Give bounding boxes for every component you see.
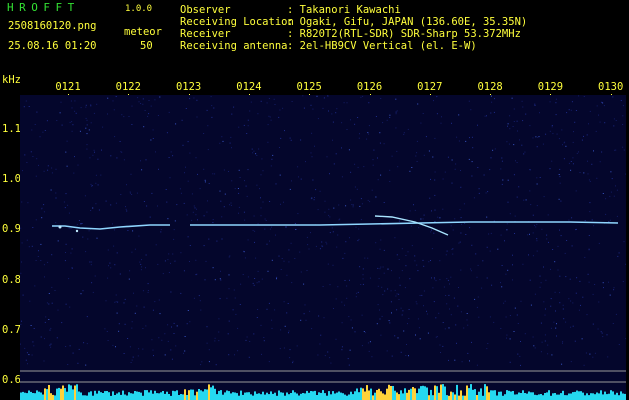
time-tick-label: 0121 (55, 81, 81, 93)
detection-label: meteor (124, 26, 162, 38)
frequency-tick-label: 0.9 (2, 223, 21, 236)
receiver-value: : R820T2(RTL-SDR) SDR-Sharp 53.372MHz (287, 28, 521, 40)
receiver-label: Receiver (180, 28, 231, 40)
location-label: Receiving Location (180, 16, 294, 28)
observer-value: : Takanori Kawachi (287, 4, 401, 16)
antenna-label: Receiving antenna (180, 40, 288, 52)
observer-label: Observer (180, 4, 231, 16)
time-tick-label: 0128 (477, 81, 503, 93)
frequency-tick-label: 0.7 (2, 323, 21, 336)
frequency-tick-label: 1.0 (2, 173, 21, 186)
image-filename: 2508160120.png (8, 20, 97, 32)
spectrogram (20, 95, 626, 400)
app-version: 1.0.0 (125, 4, 153, 14)
frequency-tick-label: 0.8 (2, 273, 21, 286)
time-tick-label: 0127 (417, 81, 443, 93)
spectrogram-plot (20, 95, 626, 400)
frequency-tick-label: 0.6 (2, 374, 21, 386)
activity-bars (20, 384, 626, 400)
carrier-trace (52, 221, 619, 230)
noise-layer (20, 95, 626, 366)
frequency-tick-label: 1.1 (2, 123, 21, 135)
time-tick-label: 0122 (115, 81, 141, 93)
time-tick-label: 0126 (356, 81, 383, 93)
detection-count: 50 (140, 40, 153, 52)
app-brand: HROFFT (7, 1, 80, 14)
time-tick-label: 0129 (537, 81, 564, 93)
signal-dot (58, 225, 62, 229)
time-tick-label: 0123 (175, 81, 202, 93)
time-tick-label: 0125 (296, 81, 322, 93)
antenna-value: : 2el-HB9CV Vertical (el. E-W) (287, 40, 477, 52)
frequency-unit-label: kHz (2, 74, 21, 86)
capture-datetime: 25.08.16 01:20 (8, 40, 97, 52)
time-tick-label: 0130 (598, 81, 624, 93)
time-tick-label: 0124 (236, 81, 262, 93)
meteor-echo-trace (374, 215, 449, 236)
signal-dot (75, 229, 79, 233)
location-value: : Ogaki, Gifu, JAPAN (136.60E, 35.35N) (287, 16, 528, 28)
